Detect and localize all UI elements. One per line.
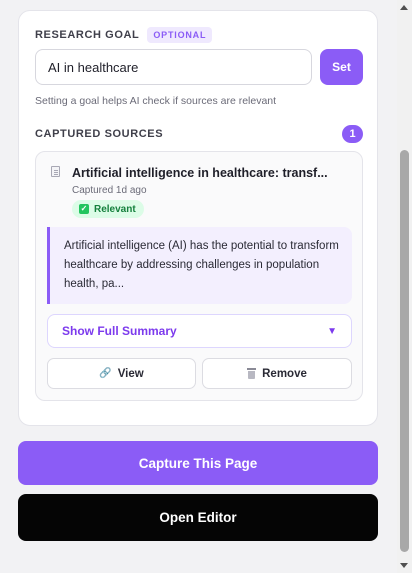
research-goal-input[interactable]	[35, 49, 312, 85]
open-editor-button[interactable]: Open Editor	[18, 494, 378, 541]
remove-button[interactable]: Remove	[202, 358, 352, 389]
optional-badge: OPTIONAL	[147, 27, 213, 43]
source-summary: Artificial intelligence (AI) has the pot…	[47, 227, 352, 304]
link-icon: 🔗	[99, 368, 112, 379]
scroll-down-arrow-icon[interactable]	[400, 563, 408, 568]
show-full-summary-label: Show Full Summary	[62, 324, 177, 338]
research-panel: RESEARCH GOAL OPTIONAL Set Setting a goa…	[18, 10, 378, 426]
check-icon: ✓	[79, 204, 89, 214]
source-title[interactable]: Artificial intelligence in healthcare: t…	[72, 166, 352, 180]
document-icon	[51, 166, 60, 177]
captured-time: Captured 1d ago	[72, 185, 147, 196]
scrollbar[interactable]	[397, 0, 412, 573]
show-full-summary-toggle[interactable]: Show Full Summary ▼	[47, 314, 352, 348]
chevron-down-icon: ▼	[327, 325, 337, 337]
source-card: Artificial intelligence in healthcare: t…	[35, 151, 363, 401]
relevance-label: Relevant	[94, 203, 136, 215]
set-goal-button[interactable]: Set	[320, 49, 363, 85]
goal-helper-text: Setting a goal helps AI check if sources…	[35, 95, 277, 107]
captured-sources-title: CAPTURED SOURCES	[35, 128, 164, 140]
capture-page-button[interactable]: Capture This Page	[18, 441, 378, 485]
view-label: View	[117, 367, 144, 380]
remove-label: Remove	[262, 367, 307, 380]
captured-sources-header: CAPTURED SOURCES 1	[35, 125, 363, 143]
research-goal-title: RESEARCH GOAL	[35, 29, 140, 41]
research-goal-header: RESEARCH GOAL OPTIONAL	[35, 27, 213, 43]
trash-icon	[247, 368, 257, 379]
scrollbar-thumb[interactable]	[400, 150, 409, 552]
view-button[interactable]: 🔗 View	[47, 358, 196, 389]
relevance-badge: ✓ Relevant	[72, 200, 144, 218]
sources-count-badge: 1	[342, 125, 363, 143]
scroll-up-arrow-icon[interactable]	[400, 5, 408, 10]
